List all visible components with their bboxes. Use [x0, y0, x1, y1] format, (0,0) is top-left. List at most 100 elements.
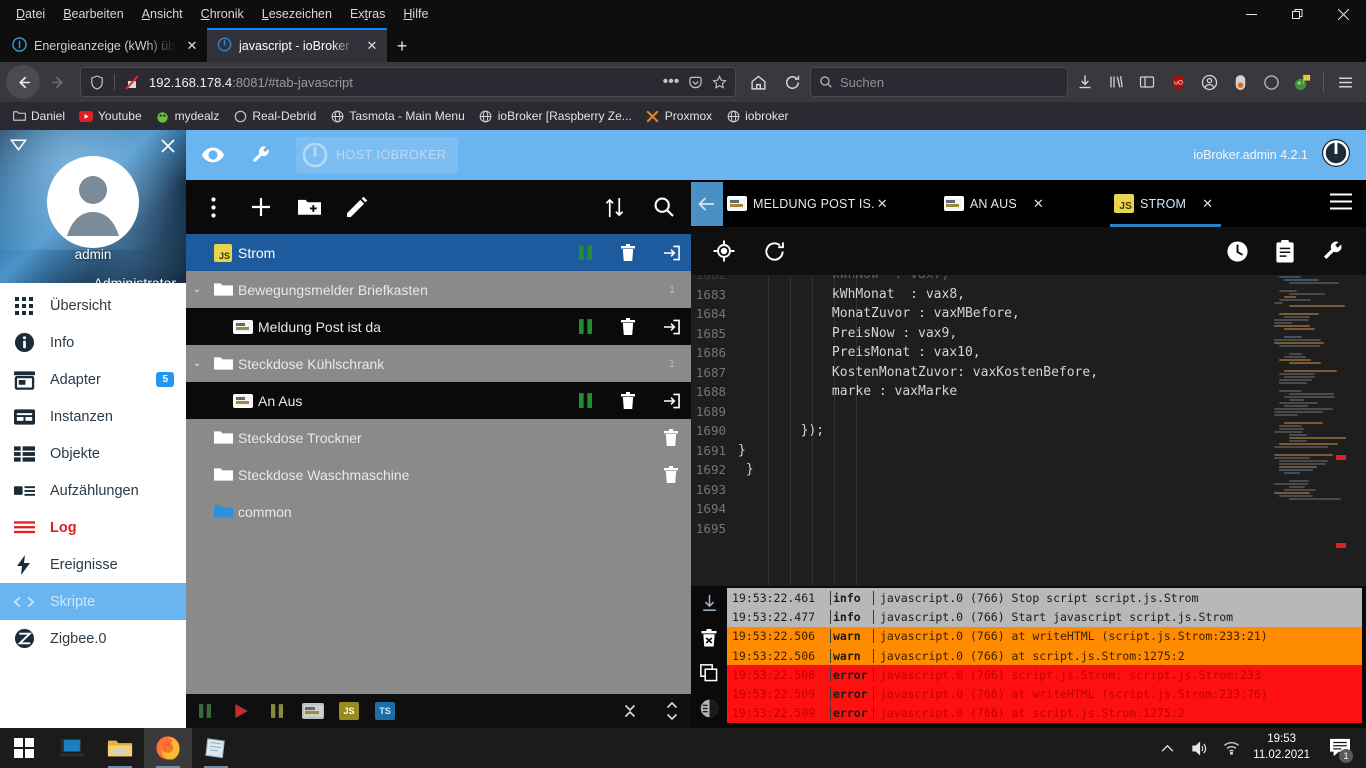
clock-icon[interactable] — [1224, 238, 1250, 264]
code-editor[interactable]: 1682 kWhNow : vax7, 1683 kWhMonat : vax8… — [691, 275, 1366, 586]
code-minimap[interactable] — [1271, 275, 1346, 586]
menu-lesezeichen[interactable]: Lesezeichen — [254, 3, 340, 25]
play-icon[interactable] — [230, 701, 252, 721]
sidebar-item-adapter[interactable]: Adapter 5 — [0, 361, 186, 398]
taskbar-notepad[interactable] — [192, 728, 240, 768]
editor-tab-meldung-post[interactable]: MELDUNG POST IS. ✕ — [723, 180, 902, 227]
sidebar-item-ereignisse[interactable]: Ereignisse — [0, 546, 186, 583]
pause-icon[interactable] — [575, 243, 595, 263]
menu-icon[interactable] — [1330, 66, 1360, 98]
restart-icon[interactable] — [761, 238, 787, 264]
copy-icon[interactable] — [698, 662, 720, 684]
editor-tab-strom[interactable]: JS STROM ✕ — [1110, 180, 1227, 227]
wrench-icon[interactable] — [248, 142, 274, 168]
taskbar-firefox[interactable] — [144, 728, 192, 768]
bookmark-real-debrid[interactable]: Real-Debrid — [227, 106, 322, 126]
tree-row-steckdose-kuehlschrank[interactable]: ⌄ Steckdose Kühlschrank 1 — [186, 345, 691, 382]
sidebar-item-objekte[interactable]: Objekte — [0, 435, 186, 472]
host-selector[interactable]: HOST IOBROKER — [296, 137, 459, 173]
log-row[interactable]: 19:53:22.506 warn javascript.0 (766) at … — [727, 626, 1362, 646]
sort-icon[interactable] — [601, 194, 627, 220]
close-icon[interactable] — [160, 138, 176, 159]
log-row[interactable]: 19:53:22.509 error javascript.0 (766) at… — [727, 703, 1362, 724]
sidebar-icon[interactable] — [1132, 66, 1162, 98]
ublock-icon[interactable]: uO — [1163, 66, 1193, 98]
tree-row-bewegungsmelder-briefkasten[interactable]: ⌄ Bewegungsmelder Briefkasten 1 — [186, 271, 691, 308]
sidebar-item-info[interactable]: Info — [0, 324, 186, 361]
taskbar-file-explorer[interactable] — [96, 728, 144, 768]
new-folder-icon[interactable] — [296, 194, 322, 220]
new-tab-button[interactable]: + — [387, 31, 417, 61]
menu-ansicht[interactable]: Ansicht — [134, 3, 191, 25]
chevron-down-icon[interactable]: ⌄ — [186, 284, 208, 295]
windows-start-icon[interactable] — [0, 728, 48, 768]
contrast-icon[interactable] — [698, 697, 720, 719]
menu-extras[interactable]: Extras — [342, 3, 393, 25]
sidebar-item-aufzaehlungen[interactable]: Aufzählungen — [0, 472, 186, 509]
volume-icon[interactable] — [1189, 741, 1209, 756]
editor-tab-close[interactable]: ✕ — [877, 196, 888, 212]
export-icon[interactable] — [661, 243, 681, 263]
bookmark-proxmox[interactable]: Proxmox — [640, 106, 718, 126]
home-button[interactable] — [742, 66, 774, 98]
library-icon[interactable] — [1101, 66, 1131, 98]
restore-button[interactable] — [1274, 0, 1320, 28]
back-arrow-icon[interactable] — [691, 181, 723, 226]
forward-button[interactable] — [42, 66, 74, 98]
menu-chronik[interactable]: Chronik — [193, 3, 252, 25]
extension-icon[interactable]: ! — [1287, 66, 1317, 98]
menu-bearbeiten[interactable]: Bearbeiten — [55, 3, 131, 25]
delete-icon[interactable] — [661, 465, 681, 485]
bookmark-daniel[interactable]: Daniel — [6, 106, 71, 126]
bookmark-star-icon[interactable] — [707, 70, 731, 94]
bookmark-youtube[interactable]: Youtube — [73, 106, 148, 126]
sync-icon[interactable] — [1256, 66, 1286, 98]
delete-icon[interactable] — [618, 317, 638, 337]
browser-tab-1[interactable]: javascript - ioBroker ✕ — [207, 28, 387, 62]
eye-icon[interactable] — [200, 142, 226, 168]
delete-icon[interactable] — [661, 428, 681, 448]
bookmark-tasmota[interactable]: Tasmota - Main Menu — [324, 106, 470, 126]
pause2-icon[interactable] — [266, 701, 288, 721]
pause-icon[interactable] — [194, 701, 216, 721]
clipboard-icon[interactable] — [1272, 238, 1298, 264]
delete-icon[interactable] — [618, 243, 638, 263]
tree-row-steckdose-waschmaschine[interactable]: Steckdose Waschmaschine — [186, 456, 691, 493]
back-button[interactable] — [6, 65, 40, 99]
close-button[interactable] — [1320, 0, 1366, 28]
sidebar-item-uebersicht[interactable]: Übersicht — [0, 287, 186, 324]
pause-icon[interactable] — [575, 391, 595, 411]
tree-row-strom[interactable]: JS Strom — [186, 234, 691, 271]
clear-log-icon[interactable] — [698, 627, 720, 649]
url-bar[interactable]: 192.168.178.4:8081/#tab-javascript ••• — [80, 67, 736, 97]
ts-icon[interactable]: TS — [374, 701, 396, 721]
sidebar-item-skripte[interactable]: Skripte — [0, 583, 186, 620]
minimize-button[interactable] — [1228, 0, 1274, 28]
log-row[interactable]: 19:53:22.509 error javascript.0 (766) at… — [727, 684, 1362, 704]
export-icon[interactable] — [661, 391, 681, 411]
search-bar[interactable]: Suchen — [810, 67, 1068, 97]
page-actions-icon[interactable]: ••• — [659, 70, 683, 94]
collapse-all-icon[interactable] — [619, 701, 641, 721]
chevron-up-icon[interactable] — [1157, 744, 1177, 753]
log-table[interactable]: 19:53:22.461 info javascript.0 (766) Sto… — [727, 586, 1366, 728]
search-icon[interactable] — [651, 194, 677, 220]
tree-row-meldung-post-ist-da[interactable]: Meldung Post ist da — [186, 308, 691, 345]
tree-row-an-aus[interactable]: An Aus — [186, 382, 691, 419]
sidebar-item-zigbee[interactable]: Zigbee.0 — [0, 620, 186, 657]
taskbar-remote-desktop[interactable] — [48, 728, 96, 768]
bookmark-mydealz[interactable]: mydealz — [150, 106, 226, 126]
editor-tab-an-aus[interactable]: AN AUS ✕ — [940, 180, 1058, 227]
pause-icon[interactable] — [575, 317, 595, 337]
bookmark-iobroker[interactable]: iobroker — [720, 106, 794, 126]
sidebar-item-instanzen[interactable]: Instanzen — [0, 398, 186, 435]
editor-tab-close[interactable]: ✕ — [1033, 196, 1044, 212]
browser-tab-close[interactable]: ✕ — [183, 37, 201, 55]
wifi-icon[interactable] — [1221, 741, 1241, 755]
menu-datei[interactable]: Datei — [8, 3, 53, 25]
shield-icon[interactable] — [85, 70, 109, 94]
browser-tab-close[interactable]: ✕ — [363, 37, 381, 55]
log-row[interactable]: 19:53:22.508 error javascript.0 (766) sc… — [727, 665, 1362, 685]
log-row[interactable]: 19:53:22.477 info javascript.0 (766) Sta… — [727, 607, 1362, 627]
log-row[interactable]: 19:53:22.506 warn javascript.0 (766) at … — [727, 645, 1362, 666]
